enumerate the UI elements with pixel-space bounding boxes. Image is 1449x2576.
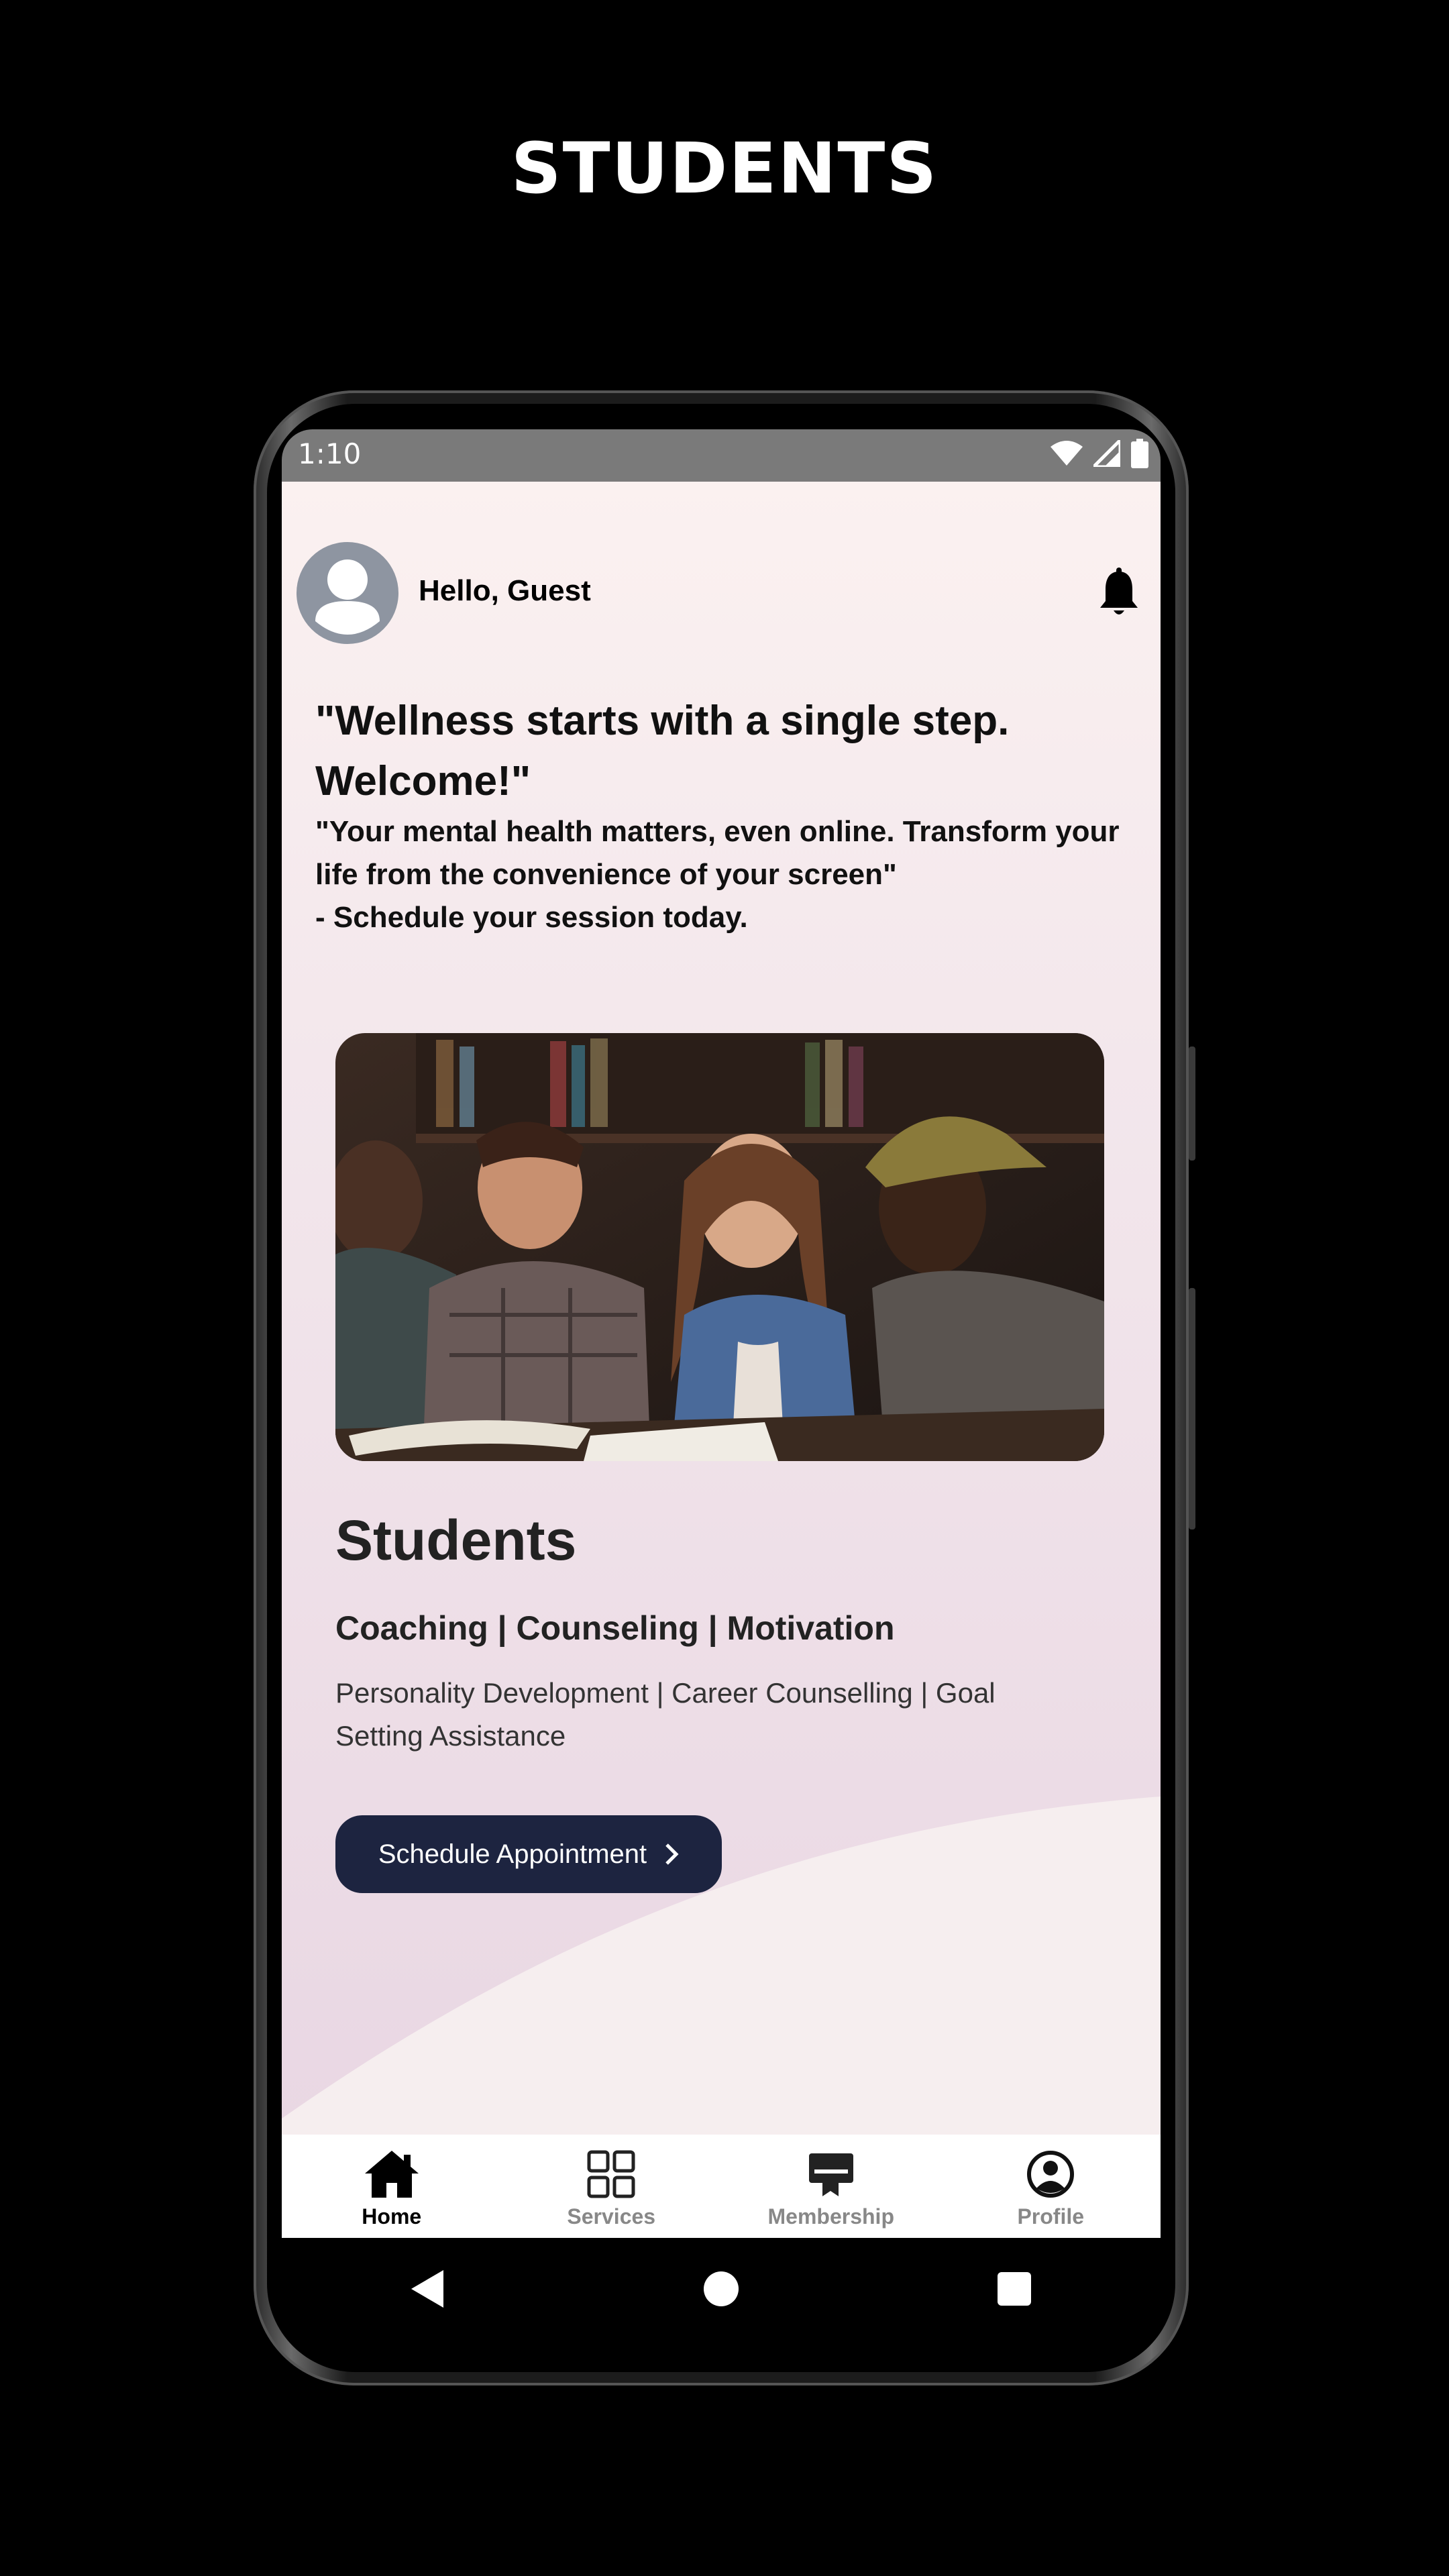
nav-label: Membership (767, 2204, 894, 2229)
chevron-right-icon (665, 1843, 679, 1865)
status-bar: 1:10 (282, 429, 1161, 482)
welcome-headline: "Wellness starts with a single step. Wel… (315, 698, 1010, 804)
schedule-appointment-label: Schedule Appointment (378, 1839, 647, 1869)
home-content: Hello, Guest "Wellness starts with a sin… (282, 482, 1161, 2135)
avatar[interactable] (297, 542, 398, 644)
system-navigation-bar (282, 2238, 1161, 2340)
greeting-text: Hello, Guest (419, 574, 591, 607)
schedule-appointment-button[interactable]: Schedule Appointment (335, 1815, 722, 1893)
welcome-subtext: "Your mental health matters, even online… (315, 810, 1140, 939)
nav-item-profile[interactable]: Profile (941, 2135, 1161, 2238)
signal-icon (1093, 440, 1120, 467)
volume-button (1189, 1046, 1195, 1161)
device-screen: 1:10 Hello, Guest "Wellness starts with … (282, 429, 1161, 2238)
schedule-prompt: - Schedule your session today. (315, 901, 748, 934)
profile-icon (1027, 2151, 1075, 2198)
bell-icon (1100, 568, 1138, 614)
card-description: Personality Development | Career Counsel… (335, 1677, 996, 1752)
students-photo (335, 1033, 1104, 1461)
banner-title: STUDENTS (511, 127, 938, 209)
wifi-icon (1051, 441, 1083, 466)
nav-item-home[interactable]: Home (282, 2135, 502, 2238)
battery-icon (1131, 439, 1148, 468)
quote-line: "Your mental health matters, even online… (315, 815, 1120, 891)
card-services: Coaching | Counseling | Motivation (335, 1609, 895, 1647)
notifications-button[interactable] (1097, 568, 1140, 621)
nav-label: Services (567, 2204, 656, 2229)
nav-item-membership[interactable]: Membership (721, 2135, 941, 2238)
home-circle-icon[interactable] (704, 2271, 739, 2306)
recents-icon[interactable] (998, 2272, 1031, 2306)
grid-icon (587, 2150, 635, 2198)
status-time: 1:10 (298, 437, 362, 470)
home-icon (364, 2151, 419, 2198)
nav-item-services[interactable]: Services (502, 2135, 722, 2238)
card-title: Students (335, 1509, 577, 1572)
membership-card-icon (808, 2153, 853, 2196)
user-avatar-icon (315, 559, 380, 635)
bottom-navigation: Home Services Membership Profile (282, 2135, 1161, 2238)
nav-label: Home (362, 2204, 422, 2229)
back-icon[interactable] (411, 2270, 445, 2308)
nav-label: Profile (1017, 2204, 1085, 2229)
power-button (1189, 1288, 1195, 1529)
